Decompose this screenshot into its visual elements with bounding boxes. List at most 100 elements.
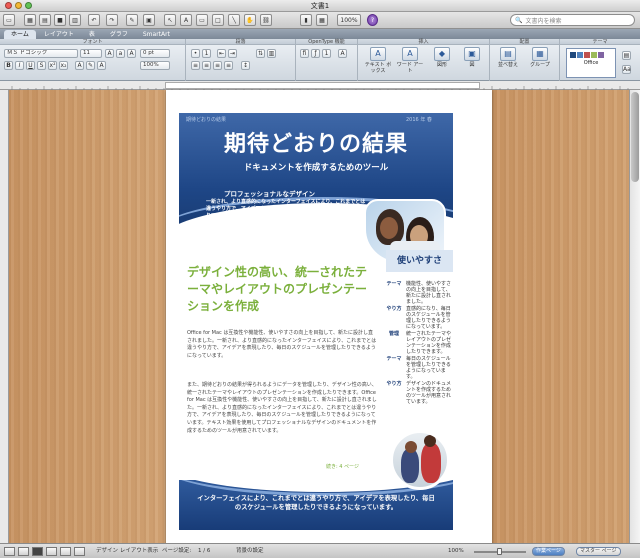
spacing-field[interactable]: 0 pt	[140, 49, 170, 58]
pro-design-heading[interactable]: プロフェッショナルなデザイン	[224, 188, 315, 198]
link-tool-icon[interactable]: ⛓	[260, 14, 272, 26]
text-effects-icon[interactable]: A	[75, 61, 84, 70]
outline-view-icon[interactable]	[18, 547, 29, 556]
wordart-button[interactable]: A ワード アート	[396, 47, 424, 74]
hand-tool-icon[interactable]: ✋	[244, 14, 256, 26]
notebook-view-icon[interactable]	[60, 547, 71, 556]
zoom-select[interactable]: 100%	[337, 14, 361, 26]
numbering-icon[interactable]: 1	[202, 49, 211, 58]
page-reference[interactable]: 3 ページ	[321, 231, 345, 240]
new-document-icon[interactable]: ▭	[3, 14, 15, 26]
italic-icon[interactable]: I	[15, 61, 24, 70]
outdent-icon[interactable]: ⇤	[217, 49, 226, 58]
ligature-icon[interactable]: fi	[300, 49, 309, 58]
print-icon[interactable]: ▥	[69, 14, 81, 26]
tab-home[interactable]: ホーム	[4, 30, 36, 39]
format-painter-icon[interactable]: ✎	[126, 14, 138, 26]
print-layout-icon[interactable]	[46, 547, 57, 556]
draft-view-icon[interactable]	[4, 547, 15, 556]
line-tool-icon[interactable]: ╲	[228, 14, 240, 26]
textbox-tool-icon[interactable]: ▭	[196, 14, 208, 26]
sidebar-toggle-icon[interactable]: ▮	[300, 14, 312, 26]
save-icon[interactable]: ■	[54, 14, 66, 26]
horizontal-ruler[interactable]	[0, 81, 640, 90]
continued-link[interactable]: 続き: 4 ページ	[326, 463, 359, 470]
master-pages-button[interactable]: マスター ページ	[576, 547, 621, 556]
vertical-scrollbar[interactable]	[629, 90, 640, 543]
pro-design-body[interactable]: 一新され、より直感的になったインターフェイスにより、これまでとは違うやり方で、ア…	[206, 199, 366, 220]
rectangle-tool-icon[interactable]: □	[212, 14, 224, 26]
underline-icon[interactable]: U	[26, 61, 35, 70]
document-page[interactable]: 期待どおりの結果 2016 年 春 期待どおりの結果 ドキュメントを作成するため…	[166, 90, 492, 543]
tab-chart[interactable]: グラフ	[103, 30, 135, 39]
body-pages-button[interactable]: 作業ページ	[532, 547, 565, 556]
select-pointer-icon[interactable]: ↖	[164, 14, 176, 26]
group-button[interactable]: ▦ グループ	[526, 47, 554, 68]
article-heading[interactable]: デザイン性の高い、統一されたテーマやレイアウトのプレゼンテーションを作成	[187, 264, 377, 315]
zoom-slider-knob[interactable]	[497, 548, 502, 555]
textbox-button[interactable]: A テキスト ボックス	[364, 47, 392, 74]
align-left-icon[interactable]: ≡	[191, 61, 200, 70]
justify-icon[interactable]: ≡	[224, 61, 233, 70]
text-tool-icon[interactable]: A	[180, 14, 192, 26]
shrink-font-icon[interactable]: a	[116, 49, 125, 58]
photo-child-body	[421, 443, 441, 483]
theme-gallery[interactable]: Office	[566, 48, 616, 78]
reorder-button[interactable]: ▤ 並べ替え	[494, 47, 522, 68]
number-form-icon[interactable]: 1	[322, 49, 331, 58]
align-center-icon[interactable]: ≡	[202, 61, 211, 70]
document-title[interactable]: 期待どおりの結果	[179, 126, 453, 158]
scrollbar-thumb[interactable]	[631, 92, 639, 182]
theme-fonts-icon[interactable]: Aa	[622, 65, 631, 74]
bullets-icon[interactable]: •	[191, 49, 200, 58]
superscript-icon[interactable]: x²	[48, 61, 57, 70]
swash-icon[interactable]: A	[338, 49, 347, 58]
open-icon[interactable]: ▤	[39, 14, 51, 26]
undo-icon[interactable]: ↶	[88, 14, 100, 26]
tab-table[interactable]: 表	[82, 30, 102, 39]
vertical-ruler[interactable]	[0, 90, 9, 543]
title-bar: 文書1	[0, 0, 640, 12]
tab-smartart[interactable]: SmartArt	[136, 30, 177, 39]
columns-icon[interactable]: ▥	[267, 49, 276, 58]
char-scale-field[interactable]: 100%	[140, 61, 170, 70]
char-spacing-icon[interactable]: A	[127, 49, 136, 58]
text-direction-icon[interactable]: ⇅	[256, 49, 265, 58]
indent-icon[interactable]: ⇥	[228, 49, 237, 58]
background-settings[interactable]: 背景の設定	[236, 547, 264, 556]
document-subtitle[interactable]: ドキュメントを作成するためのツール	[179, 161, 453, 173]
strikethrough-icon[interactable]: S	[37, 61, 46, 70]
stylistic-set-icon[interactable]: ƒ	[311, 49, 320, 58]
font-color-icon[interactable]: A	[97, 61, 106, 70]
theme-colors-icon[interactable]: ▤	[622, 51, 631, 60]
shape-button[interactable]: ◆ 図形	[428, 47, 456, 68]
toolbox-icon[interactable]: ▦	[316, 14, 328, 26]
theme-name: Office	[583, 60, 599, 66]
font-size-select[interactable]: 11	[80, 49, 102, 58]
fullscreen-view-icon[interactable]	[74, 547, 85, 556]
footer-text[interactable]: インターフェイスにより、これまでとは違うやり方で、アイデアを表現したり、毎日のス…	[196, 494, 436, 512]
help-icon[interactable]: ?	[367, 14, 378, 26]
bold-icon[interactable]: B	[4, 61, 13, 70]
line-spacing-icon[interactable]: ↕	[241, 61, 250, 70]
usability-sidebar[interactable]: 使いやすさ テーマ 機能性、使いやすさの向上を目指して、新たに設計し直されました。…	[386, 240, 453, 440]
family-photo[interactable]	[390, 430, 450, 490]
page-count[interactable]: 1 / 6	[198, 547, 210, 556]
tab-layout[interactable]: レイアウト	[37, 30, 81, 39]
media-browser-icon[interactable]: ▣	[143, 14, 155, 26]
article-paragraph-2[interactable]: また、期待どおりの結果が得られるようにデータを管理したり、デザイン性の高い、統一…	[187, 382, 377, 435]
highlight-icon[interactable]: ✎	[86, 61, 95, 70]
textbox-icon: A	[370, 47, 386, 61]
grow-font-icon[interactable]: A	[105, 49, 114, 58]
group-icon: ▦	[532, 47, 548, 61]
publishing-view-icon[interactable]	[32, 547, 43, 556]
picture-button[interactable]: ▣ 図	[458, 47, 486, 68]
font-name-select[interactable]: ＭＳ Ｐゴシック	[4, 49, 78, 58]
document-search-field[interactable]: 🔍 文書内を検索	[510, 14, 635, 26]
article-paragraph-1[interactable]: Office for Mac は互換性や機能性、使いやすさの向上を目指して、新た…	[187, 330, 377, 360]
subscript-icon[interactable]: x₂	[59, 61, 68, 70]
sidebar-row-value: 毎日のスケジュールを管理したりできるようになっています。	[406, 356, 451, 380]
align-right-icon[interactable]: ≡	[213, 61, 222, 70]
redo-icon[interactable]: ↷	[106, 14, 118, 26]
gallery-icon[interactable]: ▦	[24, 14, 36, 26]
